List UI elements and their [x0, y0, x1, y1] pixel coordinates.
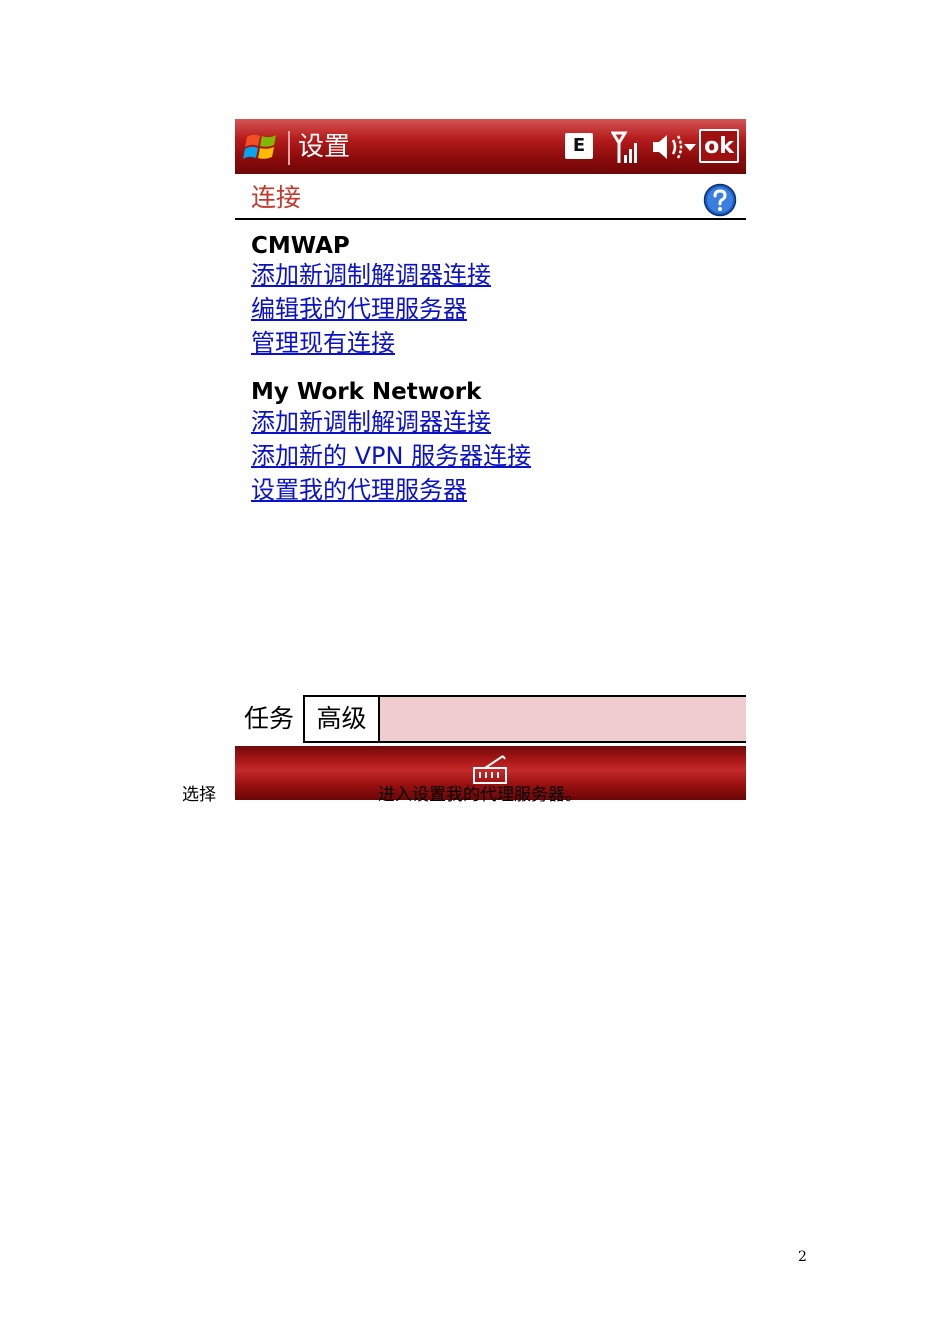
link-set-proxy-server[interactable]: 设置我的代理服务器	[251, 474, 467, 506]
page-number: 2	[798, 1249, 807, 1265]
question-help-icon[interactable]	[703, 183, 737, 217]
section-title-cmwap: CMWAP	[251, 233, 350, 259]
section-title-work-network: My Work Network	[251, 379, 482, 405]
link-manage-connections[interactable]: 管理现有连接	[251, 327, 395, 359]
link-add-modem-connection-work[interactable]: 添加新调制解调器连接	[251, 406, 491, 438]
input-panel-keyboard-icon[interactable]	[471, 754, 509, 786]
ok-button[interactable]: ok	[699, 129, 739, 163]
link-edit-proxy-server[interactable]: 编辑我的代理服务器	[251, 293, 467, 325]
signal-strength-icon[interactable]	[611, 129, 641, 165]
link-add-modem-connection[interactable]: 添加新调制解调器连接	[251, 259, 491, 291]
link-add-vpn-connection[interactable]: 添加新的 VPN 服务器连接	[251, 440, 531, 472]
app-title: 设置	[298, 132, 351, 162]
speaker-volume-icon[interactable]	[651, 131, 699, 163]
title-bar: 设置 E ok	[235, 119, 746, 174]
windows-start-flag-icon[interactable]	[241, 127, 283, 169]
tab-bar-fill	[380, 695, 746, 743]
caption-instruction-text: 进入设置我的代理服务器。	[378, 785, 582, 805]
device-screen: 设置 E ok 连接 CMWAP 添加新调制解调器连接 编辑我的代理服务器 管理…	[235, 119, 746, 800]
caption-select-text: 选择	[182, 785, 216, 805]
page-heading: 连接	[251, 183, 302, 212]
title-separator	[288, 131, 290, 165]
edge-network-icon: E	[565, 133, 593, 159]
tab-bar: 任务 高级	[235, 695, 746, 745]
tab-advanced[interactable]: 高级	[305, 695, 380, 743]
tab-tasks[interactable]: 任务	[235, 695, 305, 743]
heading-divider	[235, 218, 746, 220]
